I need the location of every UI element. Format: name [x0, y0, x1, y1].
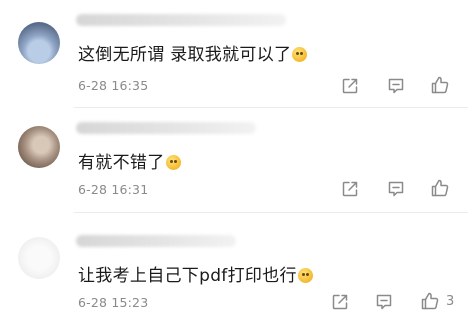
like-count: 3: [446, 294, 455, 309]
share-icon[interactable]: [340, 76, 360, 96]
username-blurred: [76, 235, 236, 247]
comment-item: 让我考上自己下pdf打印也行 6-28 15:23 3: [0, 213, 468, 320]
comment-time: 6-28 16:35: [78, 78, 149, 93]
comment-icon[interactable]: [374, 292, 394, 312]
comment-text-content: 这倒无所谓 录取我就可以了: [78, 45, 292, 65]
avatar[interactable]: [18, 22, 60, 64]
comment-time: 6-28 15:23: [78, 295, 149, 310]
comment-item: 有就不错了 6-28 16:31: [0, 108, 468, 215]
comment-text: 有就不错了: [78, 148, 181, 173]
comment-icon[interactable]: [386, 179, 406, 199]
smile-emoji: [165, 155, 181, 170]
thumbs-up-icon[interactable]: [430, 75, 450, 95]
comment-item: 这倒无所谓 录取我就可以了 6-28 16:35: [0, 0, 468, 107]
comment-text-content: 让我考上自己下pdf打印也行: [78, 266, 297, 286]
comment-text: 这倒无所谓 录取我就可以了: [78, 40, 308, 65]
smirk-emoji: [297, 268, 313, 283]
comment-icon[interactable]: [386, 76, 406, 96]
share-icon[interactable]: [330, 292, 350, 312]
comment-text-content: 有就不错了: [78, 153, 165, 173]
smirk-emoji: [292, 47, 308, 62]
comment-text: 让我考上自己下pdf打印也行: [78, 261, 313, 286]
avatar[interactable]: [18, 126, 60, 168]
avatar[interactable]: [18, 237, 60, 279]
thumbs-up-icon[interactable]: [420, 291, 440, 311]
username-blurred: [76, 122, 256, 134]
username-blurred: [76, 14, 286, 26]
thumbs-up-icon[interactable]: [430, 178, 450, 198]
share-icon[interactable]: [340, 179, 360, 199]
comment-time: 6-28 16:31: [78, 182, 149, 197]
